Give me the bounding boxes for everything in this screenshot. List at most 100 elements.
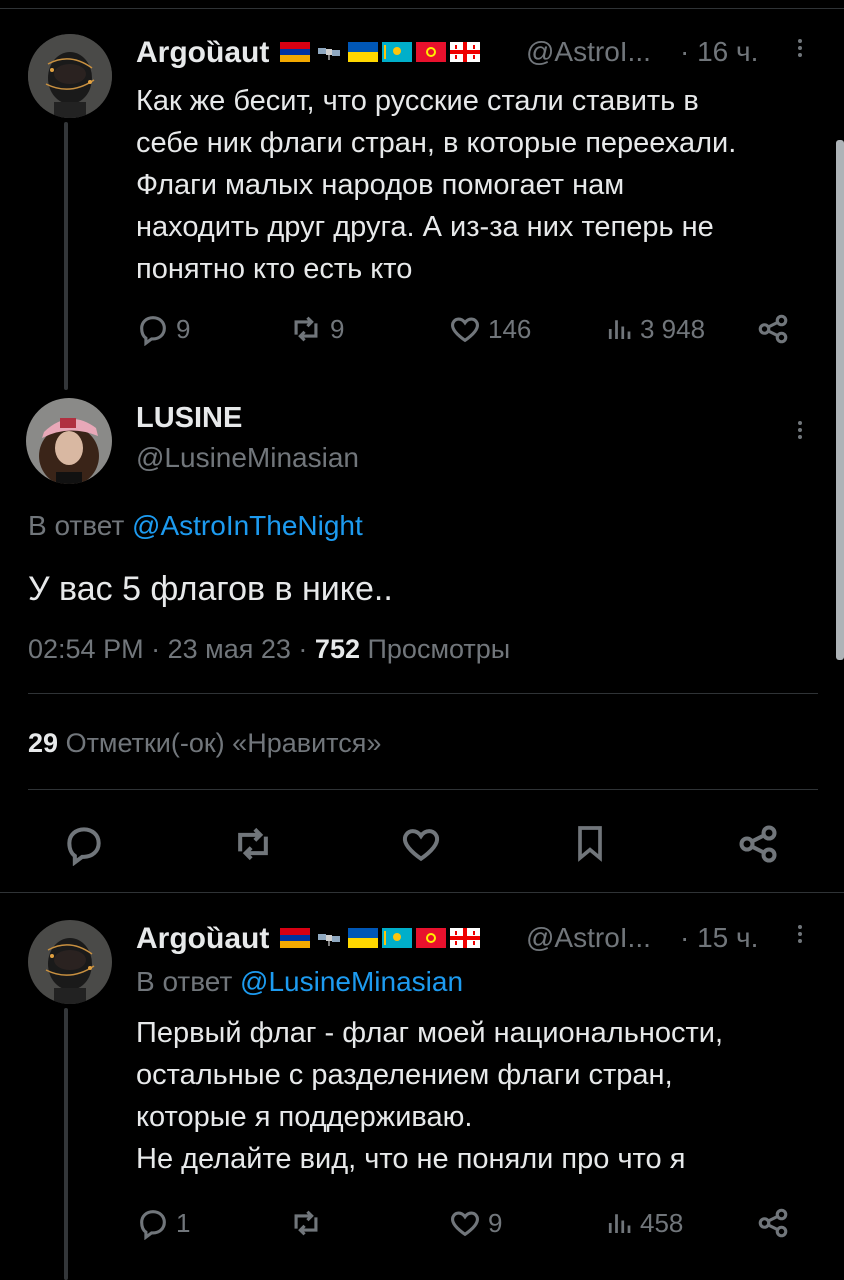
avatar-image: [28, 920, 112, 1004]
share-icon: [758, 314, 788, 344]
retweet-icon: [294, 316, 318, 342]
likes-summary[interactable]: 29 Отметки(-ок) «Нравится»: [28, 728, 381, 759]
views-label: Просмотры: [367, 634, 511, 664]
reply-to-link[interactable]: @LusineMinasian: [240, 966, 463, 997]
text-line: Не делайте вид, что не поняли про что я: [136, 1143, 686, 1175]
georgia-flag-icon: [450, 928, 480, 948]
reply-button[interactable]: [62, 822, 106, 866]
kyrgyzstan-flag-icon: [416, 928, 446, 948]
reply-button[interactable]: 1: [136, 1206, 190, 1240]
armenia-flag-icon: [280, 42, 310, 62]
avatar-argonaut[interactable]: [28, 34, 112, 118]
flag-emojis: [280, 42, 480, 62]
tweet-time[interactable]: · 15 ч.: [680, 922, 758, 954]
reply-icon: [67, 827, 101, 866]
flag-emojis: [280, 928, 480, 948]
retweet-button[interactable]: [288, 1206, 330, 1240]
likes-count: 29: [28, 728, 59, 758]
text-line: остальные с разделением флаги стран,: [136, 1059, 673, 1091]
like-button[interactable]: 9: [448, 1206, 502, 1240]
avatar-image: [28, 34, 112, 118]
views-count: 458: [640, 1207, 684, 1238]
kazakhstan-flag-icon: [382, 928, 412, 948]
scrollbar[interactable]: [836, 140, 844, 660]
kazakhstan-flag-icon: [382, 42, 412, 62]
reply-button[interactable]: 9: [136, 312, 190, 346]
like-count: 146: [488, 313, 532, 344]
author-handle[interactable]: @AstroI...: [526, 36, 651, 68]
tweet-text: Как же бесит, что русские стали ставить …: [136, 80, 816, 290]
text-line: понятно кто есть кто: [136, 253, 413, 285]
reply-to-link[interactable]: @AstroInTheNight: [132, 510, 363, 541]
text-line: Как же бесит, что русские стали ставить …: [136, 85, 699, 117]
views-count: 3 948: [640, 313, 706, 344]
share-icon: [758, 1208, 788, 1238]
avatar-lusine[interactable]: [26, 398, 112, 484]
more-options-icon[interactable]: [790, 922, 810, 946]
text-line: которые я поддерживаю.: [136, 1101, 473, 1133]
like-button[interactable]: 146: [448, 312, 531, 346]
text-line: Флаги малых народов помогает нам: [136, 169, 625, 201]
kyrgyzstan-flag-icon: [416, 42, 446, 62]
heart-icon: [451, 317, 479, 343]
ukraine-flag-icon: [348, 928, 378, 948]
separator: ·: [298, 634, 308, 664]
share-button[interactable]: [736, 822, 780, 866]
author-handle[interactable]: @LusineMinasian: [136, 442, 359, 474]
text-line: Первый флаг - флаг моей национальности,: [136, 1017, 724, 1049]
reply-icon: [140, 316, 166, 346]
satellite-icon: [318, 48, 340, 60]
tweet-text: Первый флаг - флаг моей национальности, …: [136, 1012, 826, 1180]
satellite-icon: [318, 934, 340, 946]
divider: [28, 693, 818, 694]
avatar-argonaut[interactable]: [28, 920, 112, 1004]
more-options-icon[interactable]: [790, 418, 810, 442]
author-name[interactable]: Argoȕaut: [136, 922, 269, 956]
retweet-icon: [294, 1210, 318, 1236]
views-icon: [608, 1214, 631, 1233]
reply-prefix: В ответ: [136, 966, 233, 997]
views-count: 752: [314, 634, 360, 664]
reply-count: 1: [176, 1207, 191, 1238]
text-line: себе ник флаги стран, в которые переехал…: [136, 127, 737, 159]
top-divider: [0, 8, 844, 9]
thread-line: [64, 122, 68, 390]
heart-icon: [451, 1211, 479, 1237]
separator: ·: [151, 634, 161, 664]
views-button[interactable]: 3 948: [604, 312, 705, 346]
like-button[interactable]: [398, 822, 444, 866]
heart-icon: [402, 829, 440, 862]
georgia-flag-icon: [450, 42, 480, 62]
armenia-flag-icon: [280, 928, 310, 948]
reply-context: В ответ @AstroInTheNight: [28, 510, 363, 542]
reply-icon: [140, 1210, 166, 1240]
divider: [0, 892, 844, 893]
share-icon: [739, 825, 777, 863]
retweet-button[interactable]: [230, 822, 276, 866]
divider: [28, 789, 818, 790]
reply-prefix: В ответ: [28, 510, 125, 541]
reply-count: 9: [176, 313, 191, 344]
likes-label: Отметки(-ок) «Нравится»: [65, 728, 382, 758]
thread-line: [64, 1008, 68, 1280]
more-options-icon[interactable]: [790, 36, 810, 60]
retweet-button[interactable]: 9: [288, 312, 344, 346]
text-line: находить друг друга. А из-за них теперь …: [136, 211, 714, 243]
bookmark-button[interactable]: [570, 820, 610, 866]
tweet-time[interactable]: 02:54 PM: [28, 634, 144, 664]
share-button[interactable]: [756, 1206, 790, 1240]
share-button[interactable]: [756, 312, 790, 346]
author-handle[interactable]: @AstroI...: [526, 922, 651, 954]
author-name[interactable]: Argoȕaut: [136, 36, 269, 70]
tweet-meta: 02:54 PM · 23 мая 23 · 752 Просмотры: [28, 634, 510, 665]
views-button[interactable]: 458: [604, 1206, 683, 1240]
bookmark-icon: [578, 826, 602, 862]
tweet-time[interactable]: · 16 ч.: [680, 36, 758, 68]
ukraine-flag-icon: [348, 42, 378, 62]
tweet-date[interactable]: 23 мая 23: [168, 634, 291, 664]
like-count: 9: [488, 1207, 503, 1238]
retweet-icon: [238, 827, 268, 861]
reply-context: В ответ @LusineMinasian: [136, 966, 463, 998]
views-icon: [608, 320, 631, 339]
author-name[interactable]: LUSINE: [136, 402, 242, 435]
